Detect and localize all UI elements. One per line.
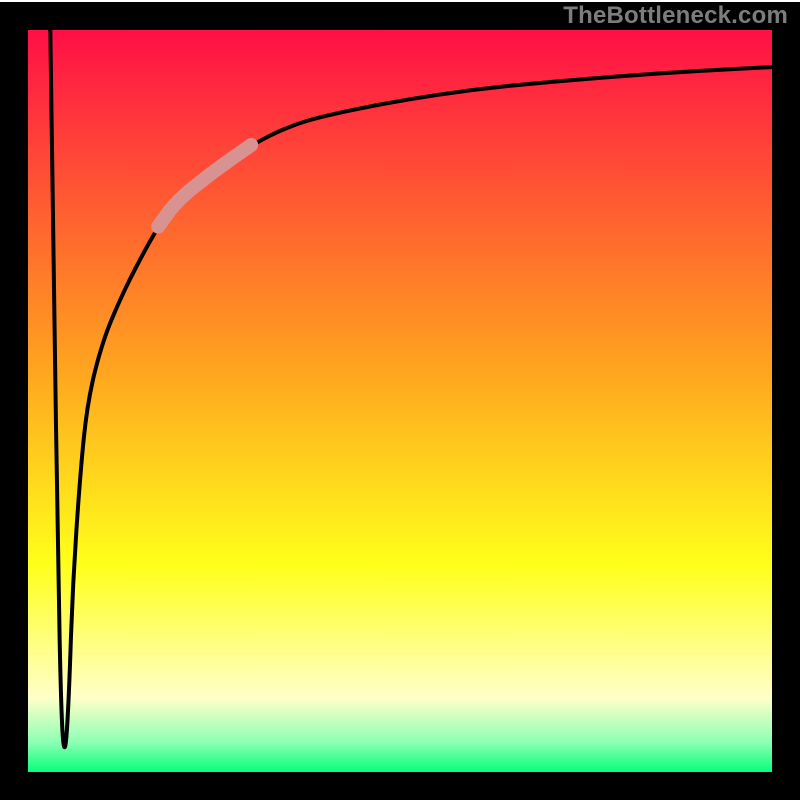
bottleneck-chart bbox=[0, 0, 800, 800]
watermark-label: TheBottleneck.com bbox=[563, 2, 788, 30]
gradient-background bbox=[28, 30, 772, 772]
chart-container: TheBottleneck.com bbox=[0, 0, 800, 800]
